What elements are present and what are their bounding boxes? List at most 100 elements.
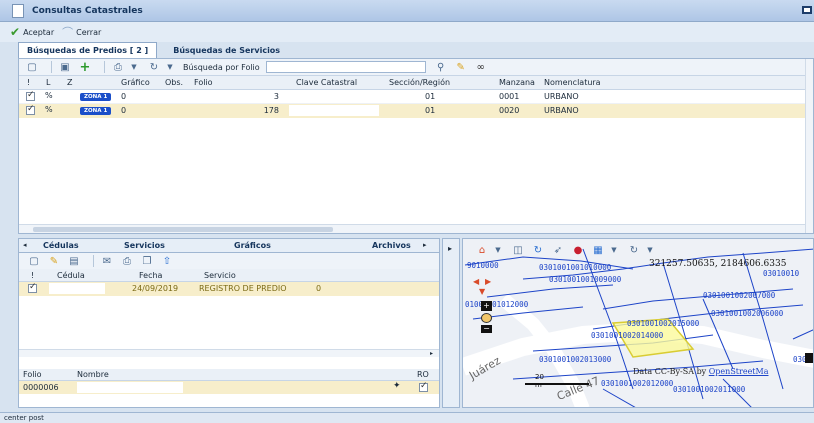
parcel-label: 0301001002007000 — [703, 291, 776, 300]
chevron-down-icon[interactable]: ▼ — [643, 243, 657, 257]
tab-busquedas-servicios[interactable]: Búsquedas de Servicios — [157, 42, 296, 58]
column-header[interactable]: Manzana — [499, 78, 535, 87]
mail-icon[interactable]: ✉ — [100, 254, 114, 268]
map-attribution: Data CC-By-SA by OpenStreetMa — [633, 367, 768, 376]
pan-down-icon[interactable]: ▼ — [479, 287, 485, 296]
folio-search-input[interactable] — [265, 61, 426, 73]
row-checkbox[interactable] — [28, 282, 37, 293]
copy-icon[interactable]: ❐ — [140, 254, 154, 268]
clave-catastral-redacted — [289, 105, 379, 116]
zoom-in-icon[interactable]: + — [481, 301, 492, 311]
new-document-icon[interactable]: ▢ — [27, 254, 41, 268]
status-text: center post — [4, 414, 44, 422]
zoom-out-icon[interactable]: − — [481, 325, 492, 333]
column-header[interactable]: Servicio — [204, 271, 236, 280]
column-header[interactable]: Clave Catastral — [296, 78, 357, 87]
zoom-world-icon[interactable] — [481, 313, 492, 323]
nombre-redacted — [77, 382, 183, 393]
parcel-label: 0301001002011000 — [673, 385, 746, 394]
edit-document-icon[interactable]: ▣ — [58, 60, 72, 74]
table-row[interactable]: % ZONA 1 0 3 01 0001 URBANO — [19, 90, 813, 104]
column-header[interactable]: Fecha — [139, 271, 162, 280]
tab-archivos[interactable]: Archivos — [372, 241, 411, 250]
row-checkbox[interactable] — [26, 104, 35, 115]
refresh-icon[interactable]: ↻ — [147, 60, 161, 74]
layers-icon[interactable]: ◫ — [511, 243, 525, 257]
map-view-icon[interactable]: ▦ — [591, 243, 605, 257]
column-header[interactable]: Z — [67, 78, 72, 87]
print-icon[interactable]: ⎙ — [120, 254, 134, 268]
refresh-icon[interactable]: ↻ — [627, 243, 641, 257]
column-header[interactable]: Folio — [194, 78, 213, 87]
tab-graficos[interactable]: Gráficos — [234, 241, 271, 250]
column-header[interactable]: Nombre — [77, 370, 109, 379]
parcel-label: 0301001002015000 — [627, 319, 700, 328]
notes-icon[interactable]: ▤ — [67, 254, 81, 268]
maximize-icon[interactable] — [802, 6, 812, 14]
refresh-icon[interactable]: ↻ — [531, 243, 545, 257]
toolbar-separator — [93, 255, 94, 267]
identify-icon[interactable]: ● — [571, 243, 585, 257]
column-header[interactable]: ! — [31, 271, 34, 280]
attribution-link[interactable]: OpenStreetMa — [709, 367, 769, 376]
tab-servicios[interactable]: Servicios — [124, 241, 165, 250]
collapse-strip[interactable]: ▸ — [442, 238, 460, 408]
folio-cell: 178 — [263, 106, 279, 115]
table-row[interactable]: 24/09/2019 REGISTRO DE PREDIO 0 — [19, 282, 439, 296]
column-header[interactable]: Sección/Región — [389, 78, 450, 87]
row-checkbox[interactable] — [26, 90, 35, 101]
add-icon[interactable]: + — [78, 60, 92, 75]
print-icon[interactable]: ⎙ — [111, 60, 125, 74]
seccion-cell: 01 — [425, 92, 436, 101]
tabs-scroll-left-icon[interactable]: ◂ — [23, 241, 27, 249]
column-header[interactable]: L — [46, 78, 50, 87]
search-icon[interactable]: ⚲ — [434, 60, 448, 74]
column-header[interactable]: RO — [417, 370, 429, 379]
pencil-icon[interactable]: ✎ — [454, 60, 468, 74]
table-row[interactable]: % ZONA 1 0 178 01 0020 URBANO — [19, 104, 813, 118]
tabs-scroll-right-icon[interactable]: ▸ — [423, 241, 427, 249]
new-document-icon[interactable]: ▢ — [25, 60, 39, 74]
column-header[interactable]: Nomenclatura — [544, 78, 601, 87]
expand-right-icon[interactable]: ▸ — [448, 244, 452, 253]
horizontal-scrollbar[interactable] — [19, 224, 805, 233]
table-row[interactable]: 0000006 ✦ — [19, 381, 439, 394]
map-coordinates: 321257.50635, 2184606.6335 — [649, 259, 787, 269]
parcel-label: 0301001002006000 — [711, 309, 784, 318]
close-button[interactable]: ⌒ Cerrar — [62, 24, 101, 40]
column-header[interactable]: Obs. — [165, 78, 183, 87]
chevron-down-icon[interactable]: ▼ — [491, 243, 505, 257]
column-header[interactable]: Cédula — [57, 271, 85, 280]
up-arrow-icon[interactable]: ⇧ — [160, 254, 174, 268]
tab-cedulas[interactable]: Cédulas — [43, 241, 79, 250]
zoom-max-icon[interactable] — [805, 353, 813, 363]
chevron-down-icon[interactable]: ▼ — [127, 60, 141, 74]
folio-header-row: Folio Nombre RO — [19, 369, 439, 381]
select-arrow-icon[interactable]: ➶ — [551, 243, 565, 257]
column-header[interactable]: ! — [27, 78, 30, 87]
action-toolbar: ✔ Aceptar ⌒ Cerrar — [0, 22, 814, 42]
vertical-scrollbar[interactable] — [805, 59, 813, 233]
home-icon[interactable]: ⌂ — [475, 243, 489, 257]
checkmark-icon: ✔ — [10, 25, 21, 39]
column-header[interactable]: Folio — [23, 370, 42, 379]
chevron-down-icon[interactable]: ▼ — [163, 60, 177, 74]
chevron-down-icon[interactable]: ▼ — [607, 243, 621, 257]
edit-document-icon[interactable]: ✎ — [47, 254, 61, 268]
pin-icon: ✦ — [393, 381, 401, 391]
scrollbar-thumb[interactable] — [33, 227, 333, 232]
pan-left-icon[interactable]: ◀ — [473, 277, 479, 286]
lower-left-panel: ◂ Cédulas Servicios Gráficos Archivos ▸ … — [18, 238, 440, 408]
cedulas-hscrollbar[interactable]: ▸ — [19, 349, 439, 357]
pan-right-icon[interactable]: ▶ — [485, 277, 491, 286]
attribution-by: by — [696, 367, 707, 376]
column-header[interactable]: Gráfico — [121, 78, 150, 87]
door-icon: ⌒ — [62, 26, 74, 39]
accept-button[interactable]: ✔ Aceptar — [10, 25, 54, 39]
scroll-right-arrow-icon[interactable]: ▸ — [430, 350, 433, 357]
tab-busquedas-predios[interactable]: Búsquedas de Predios [ 2 ] — [18, 42, 158, 58]
binoculars-icon[interactable]: ∞ — [474, 60, 488, 74]
pan-control[interactable]: ◀ ▶ ▼ — [473, 271, 501, 299]
ro-checkbox[interactable] — [419, 381, 428, 392]
predios-toolbar: ▢ ▣ + ⎙ ▼ ↻ ▼ Búsqueda por Folio ⚲ ✎ ∞ — [19, 59, 813, 76]
